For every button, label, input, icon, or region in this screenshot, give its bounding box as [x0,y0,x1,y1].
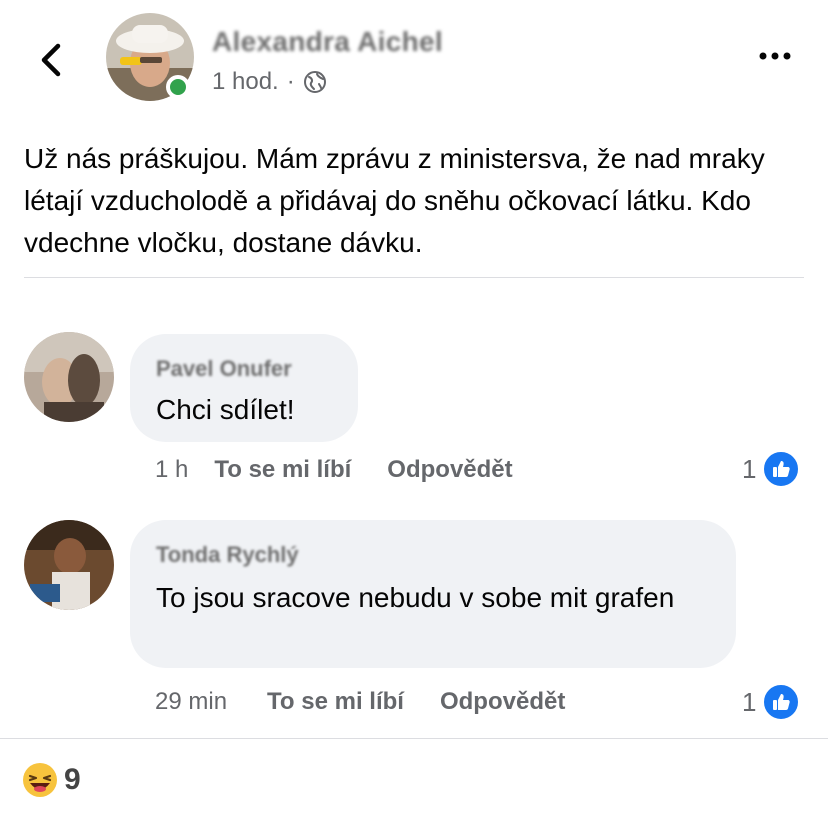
back-button[interactable] [36,40,68,80]
divider [24,277,804,278]
comment-text: Chci sdílet! [156,394,295,425]
thumbs-up-icon [762,683,801,721]
like-count-number: 1 [742,686,757,717]
reaction-summary[interactable]: 9 [22,762,81,798]
comment-avatar[interactable] [24,332,114,422]
comment-avatar[interactable] [24,520,114,610]
comment-author-name[interactable]: Tonda Rychlý [156,542,299,568]
like-comment-button[interactable]: To se mi líbí [267,688,404,716]
post-text: Už nás práškujou. Mám zprávu z ministers… [24,143,765,258]
thumbs-up-icon [762,450,801,488]
divider [0,738,828,739]
post-author-name[interactable]: Alexandra Aichel [212,26,443,58]
comment-author-name[interactable]: Pavel Onufer [156,356,292,382]
reply-button[interactable]: Odpovědět [387,456,512,484]
like-count-number: 1 [742,453,757,484]
comment-time[interactable]: 1 h [155,456,188,484]
comment-like-count[interactable]: 1 [742,683,801,721]
comment-actions: 1 h To se mi líbí Odpovědět [155,456,513,484]
comment-bubble: Tonda Rychlý To jsou sracove nebudu v so… [130,520,736,668]
online-status-dot [166,75,190,99]
comment-text: To jsou sracove nebudu v sobe mit grafen [156,582,675,613]
globe-icon [303,71,326,93]
reply-button[interactable]: Odpovědět [440,688,565,716]
meta-separator: · [286,68,295,95]
post-time[interactable]: 1 hod. [212,68,279,96]
reaction-count: 9 [64,763,81,796]
laughing-emoji-icon [23,763,57,797]
like-comment-button[interactable]: To se mi líbí [214,456,351,484]
comment-bubble: Pavel Onufer Chci sdílet! [130,334,358,442]
more-options-button[interactable] [755,38,795,74]
comment-time[interactable]: 29 min [155,688,227,716]
chevron-left-icon [41,43,61,77]
comment-like-count[interactable]: 1 [742,450,801,488]
post-meta: 1 hod. · [212,68,327,96]
comment-actions: 29 min To se mi líbí Odpovědět [155,688,565,716]
more-horizontal-icon [759,52,791,60]
